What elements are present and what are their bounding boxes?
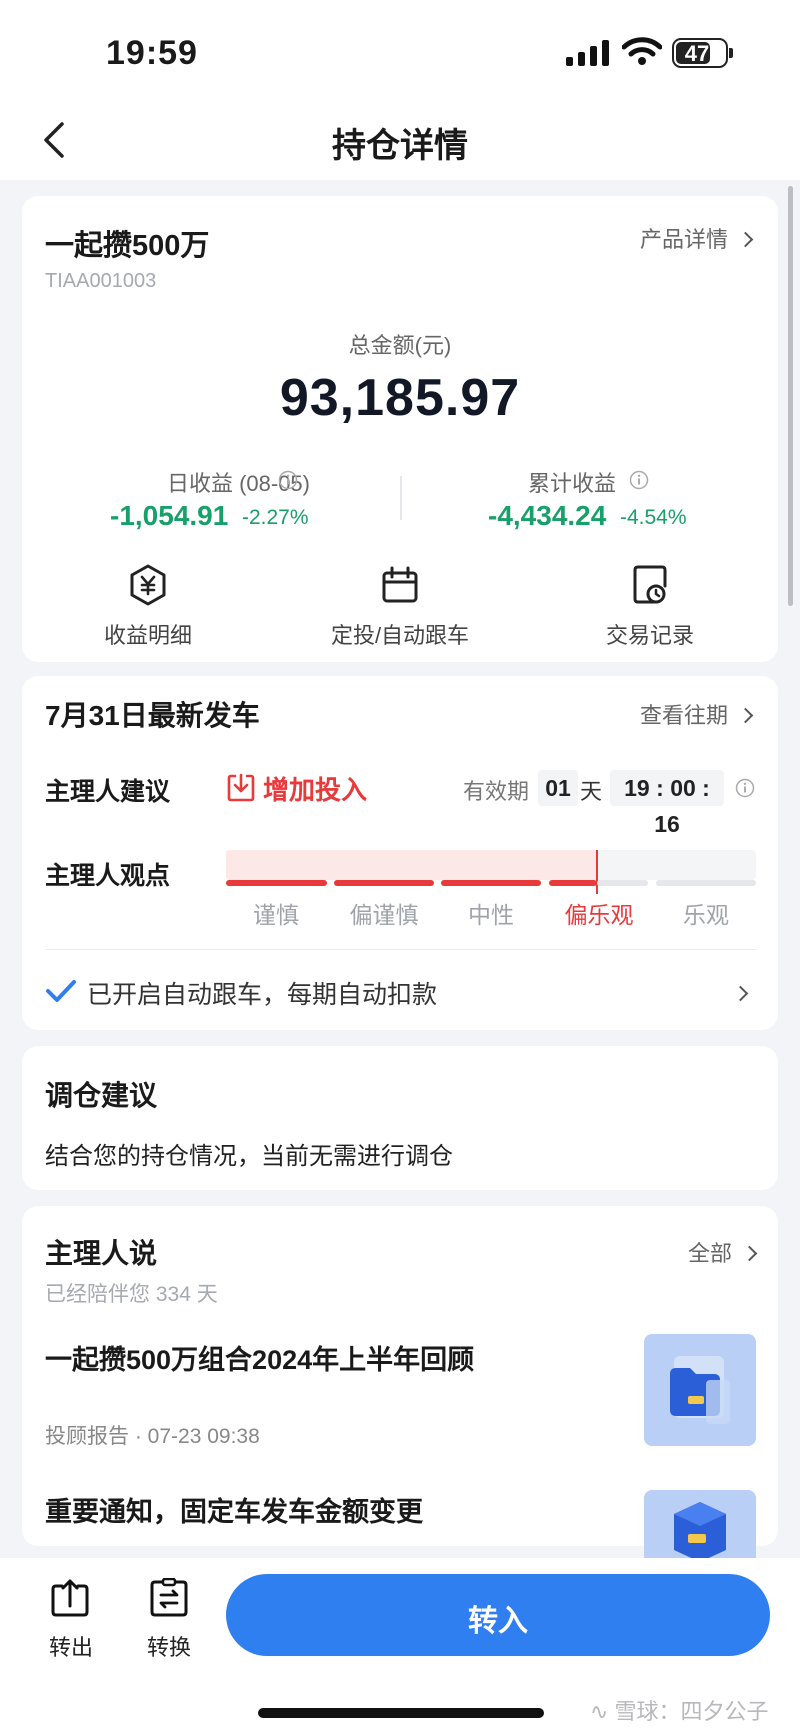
product-detail-label: 产品详情 <box>640 227 729 252</box>
profit-detail-label: 收益明细 <box>103 623 192 648</box>
level-bar-4-rest <box>597 880 648 886</box>
info-icon[interactable] <box>735 778 755 798</box>
validity-label: 有效期 <box>463 779 530 804</box>
rebalance-title: 调仓建议 <box>45 1080 158 1111</box>
post-item[interactable]: 一起攒500万组合2024年上半年回顾 投顾报告 · 07-23 09:38 <box>45 1332 745 1452</box>
accompany-text: 已经陪伴您 334 天 <box>45 1283 218 1306</box>
level-label: 偏谨慎 <box>349 902 419 928</box>
clock-document-icon <box>633 565 667 604</box>
transfer-in-button[interactable]: 转入 <box>226 1574 770 1656</box>
sentiment-fill <box>226 850 596 880</box>
divider <box>400 476 402 520</box>
cellular-signal-icon <box>566 40 609 66</box>
calendar-icon <box>382 566 418 603</box>
countdown-minutes: 00 <box>670 775 696 801</box>
daily-profit-label: 日收益 (08-05) <box>90 466 310 498</box>
history-link-label: 查看往期 <box>640 703 729 728</box>
countdown-time: 19 : 00 : 16 <box>610 770 724 837</box>
convert-label: 转换 <box>146 1635 191 1660</box>
level-bar-1 <box>226 880 327 886</box>
total-amount-value: 93,185.97 <box>279 369 521 427</box>
total-amount-label: 总金额(元) <box>348 333 452 358</box>
chevron-right-icon <box>737 707 754 724</box>
post-title: 一起攒500万组合2024年上半年回顾 <box>45 1345 475 1375</box>
battery-icon: 47 <box>672 38 733 68</box>
launch-title: 7月31日最新发车 <box>45 700 260 731</box>
watermark: ∿ 雪球：四夕公子 <box>590 1694 769 1726</box>
transaction-record-button[interactable]: 交易记录 <box>580 560 720 648</box>
sentiment-track <box>596 850 756 880</box>
yuan-hexagon-icon <box>130 564 166 606</box>
product-detail-link[interactable]: 产品详情 <box>640 222 754 254</box>
cumulative-profit-percent: -4.54% <box>620 506 687 529</box>
product-name: 一起攒500万 <box>45 230 210 262</box>
level-bar-5 <box>656 880 756 886</box>
auto-follow-row[interactable]: 已开启自动跟车，每期自动扣款 <box>45 960 756 1024</box>
daily-profit-value: -1,054.91 <box>110 500 229 531</box>
advice-label: 主理人建议 <box>45 778 171 806</box>
manager-title: 主理人说 <box>45 1238 158 1269</box>
countdown-hours: 19 <box>624 775 650 801</box>
checkmark-icon <box>46 980 76 1002</box>
upload-icon <box>51 1579 89 1617</box>
level-label: 谨慎 <box>253 902 299 928</box>
auto-invest-button[interactable]: 定投/自动跟车 <box>300 560 500 648</box>
box-3d-icon <box>674 1502 726 1558</box>
divider <box>45 949 756 950</box>
scrollbar[interactable] <box>788 186 793 606</box>
auto-follow-text: 已开启自动跟车，每期自动扣款 <box>87 981 438 1009</box>
level-label: 乐观 <box>683 902 729 928</box>
home-indicator <box>258 1708 544 1718</box>
folder-3d-icon <box>670 1356 730 1424</box>
cumulative-profit-label: 累计收益 <box>528 471 617 496</box>
all-posts-link[interactable]: 全部 <box>688 1236 758 1268</box>
history-link[interactable]: 查看往期 <box>640 698 754 730</box>
level-label-selected: 偏乐观 <box>564 902 634 928</box>
post-title[interactable]: 重要通知，固定车发车金额变更 <box>45 1490 423 1529</box>
level-bar-3 <box>441 880 541 886</box>
rebalance-text: 结合您的持仓情况，当前无需进行调仓 <box>45 1143 453 1170</box>
countdown-seconds: 16 <box>654 811 680 837</box>
post-thumbnail-box <box>644 1490 756 1558</box>
transfer-in-label: 转入 <box>468 1605 528 1638</box>
info-icon[interactable] <box>278 470 298 490</box>
level-bar-4 <box>549 880 597 886</box>
countdown-days: 01 <box>538 770 578 806</box>
snowball-logo-icon: ∿ <box>590 1699 615 1724</box>
convert-button[interactable]: 转换 <box>138 1572 200 1662</box>
status-time: 19:59 <box>106 34 198 72</box>
all-posts-label: 全部 <box>688 1241 733 1266</box>
info-icon[interactable] <box>629 470 649 490</box>
wifi-icon <box>622 37 662 65</box>
level-label: 中性 <box>468 902 514 928</box>
chevron-right-icon <box>737 231 754 248</box>
chevron-right-icon <box>741 1245 758 1262</box>
daily-profit-percent: -2.27% <box>242 506 309 529</box>
sentiment-marker <box>596 850 598 894</box>
auto-invest-label: 定投/自动跟车 <box>330 623 470 648</box>
transfer-out-label: 转出 <box>48 1635 93 1660</box>
view-label: 主理人观点 <box>45 862 171 890</box>
swap-icon <box>150 1578 188 1617</box>
product-code: TIAA001003 <box>45 270 157 292</box>
watermark-text: 雪球：四夕公子 <box>614 1699 769 1724</box>
advice-value: 增加投入 <box>263 775 368 805</box>
transaction-record-label: 交易记录 <box>605 623 694 648</box>
post-thumbnail-folder <box>644 1334 756 1446</box>
post-meta: 投顾报告 · 07-23 09:38 <box>45 1425 260 1448</box>
download-box-icon <box>227 773 255 802</box>
transfer-out-button[interactable]: 转出 <box>40 1572 102 1662</box>
chevron-right-icon <box>732 985 749 1002</box>
profit-detail-button[interactable]: 收益明细 <box>78 560 218 648</box>
battery-level: 47 <box>684 41 710 66</box>
countdown-days-unit: 天 <box>580 779 603 804</box>
page-title: 持仓详情 <box>332 127 468 165</box>
cumulative-profit-value: -4,434.24 <box>488 500 607 531</box>
level-bar-2 <box>334 880 434 886</box>
